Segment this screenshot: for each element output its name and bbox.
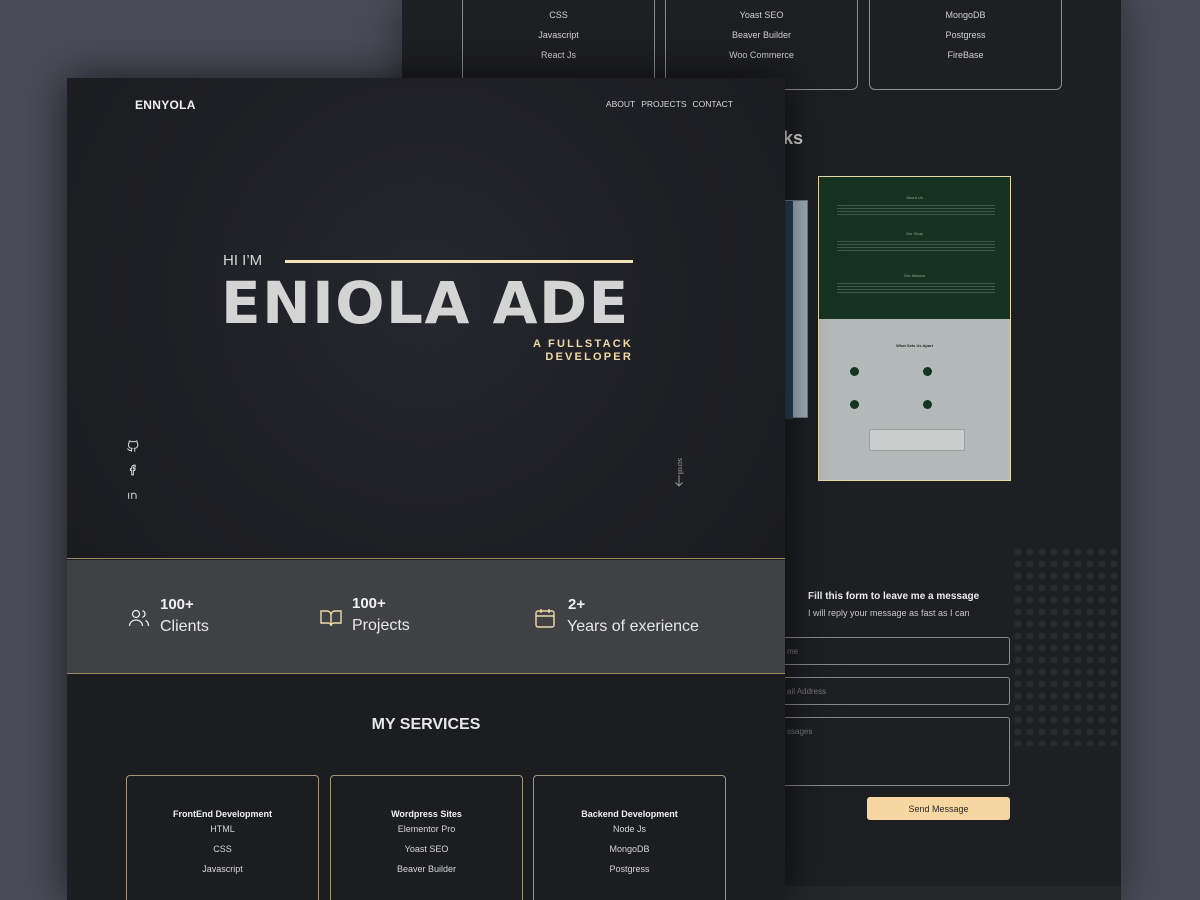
nav-about[interactable]: ABOUT — [606, 99, 635, 109]
skill-item: MongoDB — [945, 10, 986, 20]
project-thumbnail-main[interactable]: About Us Our Story Our Mission What Sets… — [818, 176, 1011, 481]
scroll-label: scroll — [676, 458, 683, 475]
form-subtitle: I will reply your message as fast as I c… — [808, 608, 970, 618]
mock-title: Our Story — [905, 231, 924, 236]
facebook-icon[interactable] — [126, 463, 140, 477]
mock-bullet-icon — [923, 367, 932, 376]
service-card-wordpress[interactable]: Wordpress Sites Elementor Pro Yoast SEO … — [330, 775, 523, 900]
book-icon — [320, 610, 342, 627]
mock-title: What Sets Us Apart — [896, 343, 933, 348]
hero-underline — [285, 260, 633, 263]
service-item: Yoast SEO — [404, 844, 449, 854]
hero-section: ENNYOLA ABOUT PROJECTS CONTACT HI I’M EN… — [67, 78, 785, 559]
users-icon — [128, 609, 150, 627]
service-item: CSS — [213, 844, 232, 854]
site-logo[interactable]: ENNYOLA — [135, 98, 196, 112]
mock-text-block — [837, 283, 995, 293]
mock-note-box — [869, 429, 965, 451]
scroll-indicator[interactable]: scroll — [673, 458, 687, 488]
hero-role: A FULLSTACK DEVELOPER — [467, 338, 633, 364]
mock-bullet-icon — [850, 400, 859, 409]
skill-card-backend: MongoDB Postgress FireBase — [869, 0, 1062, 90]
stat-number: 100+ — [352, 595, 386, 612]
mock-bullet-icon — [850, 367, 859, 376]
mock-title: Our Mission — [903, 273, 926, 278]
calendar-icon — [535, 609, 555, 628]
skill-item: Beaver Builder — [731, 30, 792, 40]
service-item: Beaver Builder — [396, 864, 457, 874]
github-icon[interactable] — [126, 439, 140, 453]
service-item: Javascript — [202, 864, 243, 874]
stat-label: Clients — [160, 618, 209, 635]
stat-number: 100+ — [160, 596, 194, 613]
skill-card-frontend: CSS Javascript React Js — [462, 0, 655, 90]
service-card-frontend[interactable]: FrontEnd Development HTML CSS Javascript — [126, 775, 319, 900]
mock-text-block — [837, 205, 995, 215]
send-message-button[interactable]: Send Message — [867, 797, 1010, 820]
skill-item: FireBase — [947, 50, 984, 60]
works-heading: ks — [783, 128, 804, 148]
name-field[interactable]: me — [782, 637, 1010, 665]
service-item: Postgress — [609, 864, 650, 874]
stats-band: 100+ Clients 100+ Projects 2+ Years of e… — [67, 560, 785, 674]
skill-item: Yoast SEO — [739, 10, 784, 20]
footer-strip — [782, 886, 1121, 900]
stat-number: 2+ — [568, 596, 586, 613]
nav-contact[interactable]: CONTACT — [693, 99, 733, 109]
mock-bullet-icon — [923, 400, 932, 409]
skill-card-wordpress: Yoast SEO Beaver Builder Woo Commerce — [665, 0, 858, 90]
service-title: FrontEnd Development — [172, 809, 272, 819]
service-title: Backend Development — [581, 809, 678, 819]
skill-item: CSS — [549, 10, 568, 20]
hero-role-line2: DEVELOPER — [545, 351, 633, 363]
service-item: HTML — [210, 824, 235, 834]
nav-projects[interactable]: PROJECTS — [641, 99, 686, 109]
service-item: MongoDB — [609, 844, 650, 854]
mock-title: About Us — [906, 195, 923, 200]
stat-label: Years of exerience — [567, 618, 699, 635]
arrow-down-icon — [675, 475, 683, 487]
mock-text-block — [837, 241, 995, 251]
service-item: Node Js — [612, 824, 647, 834]
dot-pattern — [1012, 546, 1121, 746]
service-card-backend[interactable]: Backend Development Node Js MongoDB Post… — [533, 775, 726, 900]
stat-label: Projects — [352, 617, 410, 634]
skill-item: Javascript — [538, 30, 579, 40]
front-page-preview: ENNYOLA ABOUT PROJECTS CONTACT HI I’M EN… — [67, 78, 785, 900]
hero-role-line1: A FULLSTACK — [533, 338, 633, 350]
service-title: Wordpress Sites — [391, 809, 462, 819]
top-nav: ABOUT PROJECTS CONTACT — [606, 99, 733, 109]
service-item: Elementor Pro — [397, 824, 456, 834]
skill-item: Postgress — [945, 30, 986, 40]
skill-item: React Js — [540, 50, 576, 60]
message-field[interactable]: ssages — [782, 717, 1010, 786]
services-title: MY SERVICES — [371, 716, 481, 733]
hero-greeting: HI I’M — [223, 252, 263, 269]
hero-name: ENIOLA ADE — [221, 269, 630, 337]
form-title: Fill this form to leave me a message — [808, 591, 980, 602]
skill-item: Woo Commerce — [729, 50, 794, 60]
linkedin-icon[interactable] — [126, 487, 140, 501]
email-field[interactable]: ail Address — [782, 677, 1010, 705]
